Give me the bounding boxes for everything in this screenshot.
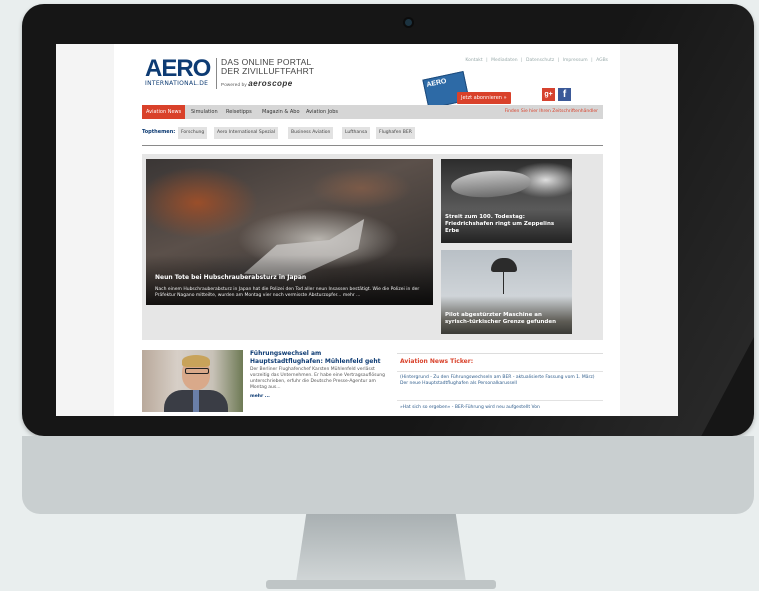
topic-aero-spezial[interactable]: Aero International Spezial — [214, 127, 278, 139]
topic-business-aviation[interactable]: Business Aviation — [288, 127, 334, 139]
nav-item-aviation-news[interactable]: Aviation News — [142, 105, 186, 119]
main-nav: Aviation News Simulation Reisetipps Maga… — [142, 105, 603, 119]
webcam — [405, 19, 412, 26]
facebook-icon[interactable]: f — [558, 88, 571, 101]
monitor-chin — [22, 436, 754, 514]
screen: AERO INTERNATIONAL.DE DAS ONLINE PORTAL … — [56, 44, 678, 416]
web-page: AERO INTERNATIONAL.DE DAS ONLINE PORTAL … — [114, 44, 620, 416]
side-story-zeppelin[interactable]: Streit zum 100. Todestag: Friedrichshafe… — [441, 159, 572, 243]
ticker-divider — [397, 400, 603, 401]
nav-retailer-link[interactable]: Finden Sie hier Ihren Zeitschriftenhändl… — [505, 105, 598, 119]
toplink-kontakt[interactable]: Kontakt — [465, 58, 482, 63]
zeppelin-image — [450, 168, 532, 200]
ticker-title: Aviation News Ticker: — [400, 358, 474, 365]
powered-by-brand: aeroscope — [248, 79, 293, 88]
logo-subline: INTERNATIONAL.DE — [145, 80, 209, 87]
nav-item-simulation[interactable]: Simulation — [187, 105, 222, 119]
ticker-item[interactable]: (Hintergrund - Zu den Führungswechseln a… — [400, 375, 596, 387]
person-tie — [193, 390, 199, 412]
nav-item-reisetipps[interactable]: Reisetipps — [222, 105, 256, 119]
article-thumbnail[interactable] — [142, 350, 243, 412]
ticker-divider — [397, 371, 603, 372]
article-more-link[interactable]: mehr ... — [250, 394, 270, 399]
site-logo[interactable]: AERO INTERNATIONAL.DE — [145, 55, 211, 88]
google-plus-icon[interactable]: g+ — [542, 88, 555, 101]
toplink-impressum[interactable]: Impressum — [563, 58, 588, 63]
top-links: Kontakt | Mediadaten | Datenschutz | Imp… — [463, 58, 608, 63]
toplink-agbs[interactable]: AGBs — [596, 58, 608, 63]
parachute-image — [491, 258, 517, 272]
subscribe-button[interactable]: Jetzt abonnieren » — [457, 92, 511, 104]
hero-title[interactable]: Neun Tote bei Hubschrauberabsturz in Jap… — [155, 274, 306, 281]
nav-item-aviation-jobs[interactable]: Aviation Jobs — [302, 105, 342, 119]
powered-by-label: Powered by — [221, 82, 247, 87]
monitor-stand — [296, 514, 466, 582]
topic-forschung[interactable]: Forschung — [178, 127, 208, 139]
powered-by: Powered by aeroscope — [221, 79, 314, 89]
news-ticker: Aviation News Ticker: (Hintergrund - Zu … — [397, 353, 603, 416]
person-hair — [182, 355, 210, 367]
side-story-title[interactable]: Pilot abgestürzter Maschine an syrisch-t… — [445, 312, 567, 326]
side-story-pilot[interactable]: Pilot abgestürzter Maschine an syrisch-t… — [441, 250, 572, 334]
toplink-sep: | — [591, 58, 593, 63]
portal-line-2: DER ZIVILLUFTFAHRT — [221, 66, 315, 76]
topic-lufthansa[interactable]: Lufthansa — [342, 127, 371, 139]
person-glasses — [185, 368, 209, 374]
hero-teaser: Nach einem Hubschrauberabsturz in Japan … — [155, 287, 420, 298]
logo-wordmark: AERO — [145, 55, 211, 82]
toplink-sep: | — [486, 58, 488, 63]
topics-label: Topthemen: — [142, 129, 176, 135]
header-divider — [142, 145, 603, 146]
hero-story[interactable]: Neun Tote bei Hubschrauberabsturz in Jap… — [146, 159, 433, 305]
parachute-line — [503, 272, 504, 294]
portal-tagline: DAS ONLINE PORTAL DER ZIVILLUFTFAHRT Pow… — [216, 58, 314, 89]
toplink-sep: | — [521, 58, 523, 63]
toplink-mediadaten[interactable]: Mediadaten — [491, 58, 518, 63]
article-title[interactable]: Führungswechsel am Hauptstadtflughafen: … — [250, 350, 390, 366]
magazine-cover-label: AERO — [425, 77, 448, 89]
nav-item-magazin-abo[interactable]: Magazin & Abo — [258, 105, 304, 119]
toplink-datenschutz[interactable]: Datenschutz — [526, 58, 554, 63]
monitor-foot — [266, 580, 496, 589]
ticker-item[interactable]: »Hat sich so ergeben« - BER-Führung wird… — [400, 405, 596, 411]
topic-flughafen-ber[interactable]: Flughafen BER — [376, 127, 415, 139]
side-story-title[interactable]: Streit zum 100. Todestag: Friedrichshafe… — [445, 214, 567, 235]
article-teaser: Der Berliner Flughafenchef Karsten Mühle… — [250, 367, 386, 390]
toplink-sep: | — [557, 58, 560, 63]
